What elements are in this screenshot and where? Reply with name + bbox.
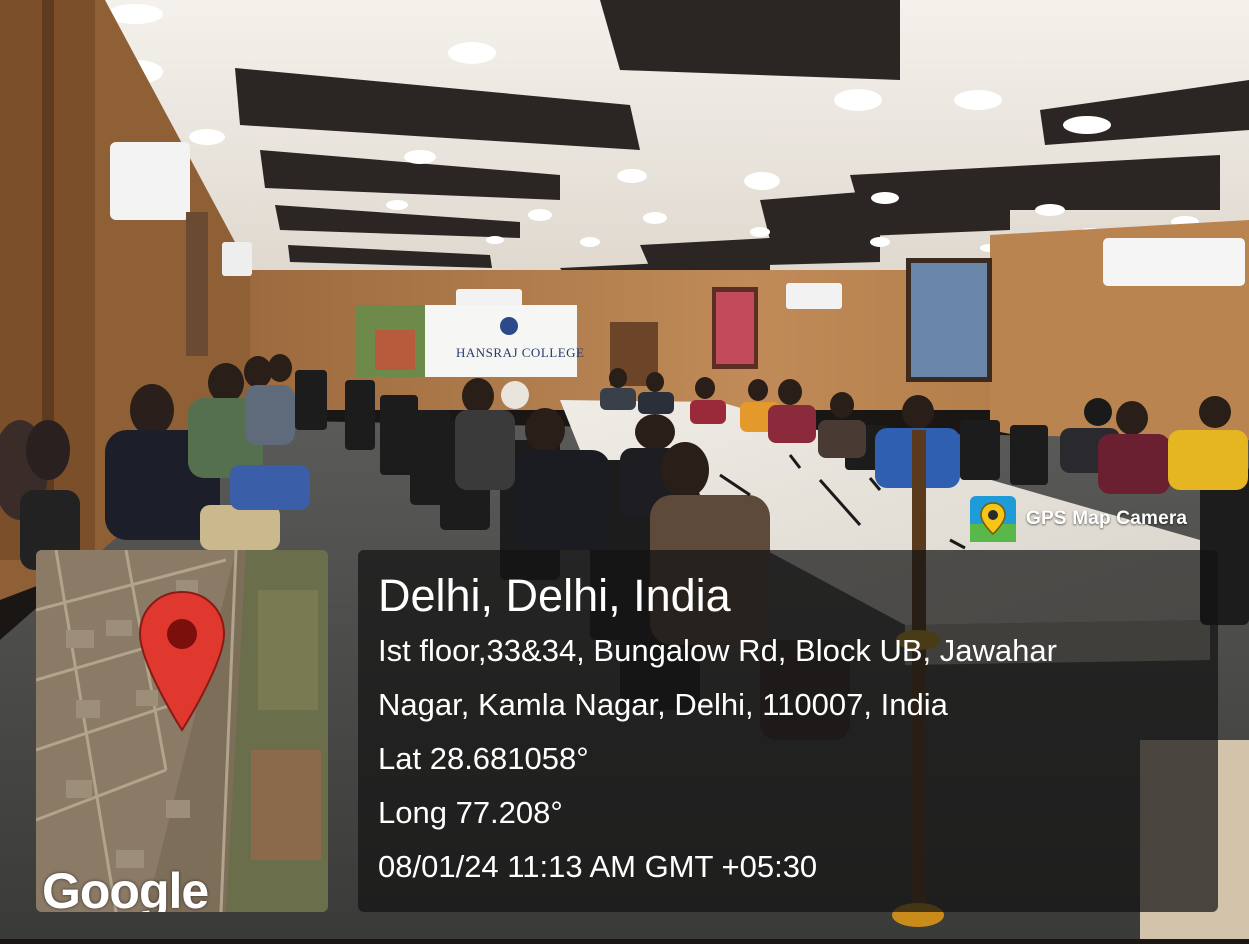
map-thumbnail: Google (36, 550, 328, 912)
app-brand: GPS Map Camera (970, 493, 1220, 545)
longitude-text: Long 77.208° (378, 795, 563, 830)
google-logo: Google (42, 863, 209, 912)
map-pin-camera-icon (970, 496, 1016, 542)
latitude-text: Lat 28.681058° (378, 741, 589, 776)
timestamp-text: 08/01/24 11:13 AM GMT +05:30 (378, 849, 818, 884)
photo-scene: GPS Map Camera Google Delhi, Delhi, Indi… (0, 0, 1249, 939)
address-line-2: Nagar, Kamla Nagar, Delhi, 110007, India (378, 687, 948, 722)
college-banner-text: HANSRAJ COLLEGE (456, 345, 585, 360)
location-pin-icon (138, 590, 226, 732)
location-info-panel: Delhi, Delhi, India Ist floor,33&34, Bun… (358, 550, 1218, 912)
location-title: Delhi, Delhi, India (378, 570, 731, 621)
address-line-1: Ist floor,33&34, Bungalow Rd, Block UB, … (378, 633, 1057, 668)
app-name: GPS Map Camera (1026, 508, 1188, 529)
